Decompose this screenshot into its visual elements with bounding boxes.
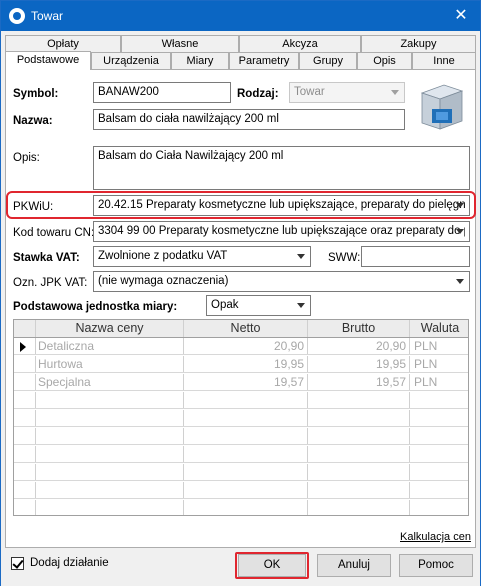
unit-label: Podstawowa jednostka miary: bbox=[13, 301, 178, 313]
empty-row bbox=[14, 392, 468, 409]
tab-grupy[interactable]: Grupy bbox=[299, 52, 357, 69]
row-indicator bbox=[14, 374, 36, 390]
price-netto[interactable]: 20,90 bbox=[184, 338, 308, 354]
column-header-waluta[interactable]: Waluta bbox=[410, 320, 468, 337]
ok-button[interactable]: OK bbox=[238, 554, 306, 577]
sww-field[interactable] bbox=[361, 246, 470, 267]
anuluj-button[interactable]: Anuluj bbox=[317, 554, 391, 577]
vat-select[interactable]: Zwolnione z podatku VAT bbox=[93, 246, 311, 267]
pkwiu-label: PKWiU: bbox=[13, 201, 54, 213]
empty-row bbox=[14, 428, 468, 445]
cn-label: Kod towaru CN: bbox=[13, 227, 95, 239]
rodzaj-label: Rodzaj: bbox=[237, 88, 279, 100]
column-header-nazwa[interactable]: Nazwa ceny bbox=[36, 320, 184, 337]
price-netto[interactable]: 19,57 bbox=[184, 374, 308, 390]
row-indicator bbox=[14, 356, 36, 372]
column-header-brutto[interactable]: Brutto bbox=[308, 320, 410, 337]
tab-miary[interactable]: Miary bbox=[171, 52, 229, 69]
empty-row bbox=[14, 482, 468, 499]
row-indicator-header bbox=[14, 320, 36, 337]
chevron-down-icon bbox=[456, 279, 464, 284]
price-waluta[interactable]: PLN bbox=[410, 338, 468, 354]
window-title: Towar bbox=[31, 9, 64, 23]
price-brutto[interactable]: 19,95 bbox=[308, 356, 410, 372]
table-row[interactable]: Hurtowa 19,95 19,95 PLN bbox=[14, 356, 468, 373]
title-bar: Towar ✕ bbox=[1, 1, 480, 31]
towar-dialog: Towar ✕ Opłaty Własne Akcyza Zakupy Pods… bbox=[0, 0, 481, 586]
dodaj-dzialanie-label[interactable]: Dodaj działanie bbox=[30, 557, 109, 569]
column-header-netto[interactable]: Netto bbox=[184, 320, 308, 337]
pomoc-button[interactable]: Pomoc bbox=[399, 554, 473, 577]
tab-opis[interactable]: Opis bbox=[357, 52, 412, 69]
unit-select[interactable]: Opak bbox=[206, 295, 311, 316]
app-logo-icon bbox=[9, 8, 25, 24]
price-brutto[interactable]: 20,90 bbox=[308, 338, 410, 354]
tab-akcyza[interactable]: Akcyza bbox=[239, 35, 361, 52]
tab-parametry[interactable]: Parametry bbox=[229, 52, 299, 69]
opis-textarea[interactable]: Balsam do Ciała Nawilżający 200 ml bbox=[93, 146, 470, 190]
cn-value: 3304 99 00 Preparaty kosmetyczne lub upi… bbox=[98, 225, 465, 237]
current-row-icon bbox=[20, 342, 26, 352]
price-waluta[interactable]: PLN bbox=[410, 356, 468, 372]
jpk-value: (nie wymaga oznaczenia) bbox=[98, 275, 229, 287]
empty-row bbox=[14, 464, 468, 481]
row-indicator bbox=[14, 338, 36, 354]
symbol-label: Symbol: bbox=[13, 88, 59, 100]
table-row[interactable]: Specjalna 19,57 19,57 PLN bbox=[14, 374, 468, 391]
price-name[interactable]: Detaliczna bbox=[36, 338, 184, 354]
chevron-down-icon bbox=[297, 254, 305, 259]
cn-select[interactable]: 3304 99 00 Preparaty kosmetyczne lub upi… bbox=[93, 221, 470, 242]
tab-zakupy[interactable]: Zakupy bbox=[361, 35, 476, 52]
price-netto[interactable]: 19,95 bbox=[184, 356, 308, 372]
chevron-down-icon bbox=[297, 303, 305, 308]
jpk-select[interactable]: (nie wymaga oznaczenia) bbox=[93, 271, 470, 292]
kalkulacja-cen-link[interactable]: Kalkulacja cen bbox=[400, 531, 471, 543]
jpk-label: Ozn. JPK VAT: bbox=[13, 277, 88, 289]
table-header: Nazwa ceny Netto Brutto Waluta bbox=[14, 320, 468, 338]
chevron-down-icon bbox=[456, 203, 464, 208]
product-image[interactable] bbox=[414, 79, 470, 135]
chevron-down-icon bbox=[456, 229, 464, 234]
vat-value: Zwolnione z podatku VAT bbox=[98, 250, 228, 262]
price-waluta[interactable]: PLN bbox=[410, 374, 468, 390]
empty-row bbox=[14, 500, 468, 515]
price-name[interactable]: Hurtowa bbox=[36, 356, 184, 372]
nazwa-field[interactable]: Balsam do ciała nawilżający 200 ml bbox=[93, 109, 405, 130]
price-table: Nazwa ceny Netto Brutto Waluta Detaliczn… bbox=[13, 319, 469, 516]
tab-wlasne[interactable]: Własne bbox=[121, 35, 239, 52]
pkwiu-select[interactable]: 20.42.15 Preparaty kosmetyczne lub upięk… bbox=[93, 195, 470, 216]
vat-label: Stawka VAT: bbox=[13, 252, 80, 264]
tab-podstawowe[interactable]: Podstawowe bbox=[5, 51, 91, 70]
rodzaj-select: Towar bbox=[289, 82, 405, 103]
rodzaj-value: Towar bbox=[294, 86, 325, 98]
opis-label: Opis: bbox=[13, 152, 40, 164]
chevron-down-icon bbox=[391, 90, 399, 95]
table-row[interactable]: Detaliczna 20,90 20,90 PLN bbox=[14, 338, 468, 355]
price-name[interactable]: Specjalna bbox=[36, 374, 184, 390]
pkwiu-value: 20.42.15 Preparaty kosmetyczne lub upięk… bbox=[98, 199, 465, 211]
tab-urzadzenia[interactable]: Urządzenia bbox=[91, 52, 171, 69]
symbol-field[interactable]: BANAW200 bbox=[93, 82, 231, 103]
unit-value: Opak bbox=[211, 299, 239, 311]
empty-row bbox=[14, 410, 468, 427]
sww-label: SWW: bbox=[328, 252, 361, 264]
empty-row bbox=[14, 446, 468, 463]
close-button[interactable]: ✕ bbox=[448, 3, 474, 29]
dodaj-dzialanie-checkbox[interactable] bbox=[11, 557, 24, 570]
price-brutto[interactable]: 19,57 bbox=[308, 374, 410, 390]
tab-oplaty[interactable]: Opłaty bbox=[5, 35, 121, 52]
tab-inne[interactable]: Inne bbox=[412, 52, 476, 69]
nazwa-label: Nazwa: bbox=[13, 115, 53, 127]
